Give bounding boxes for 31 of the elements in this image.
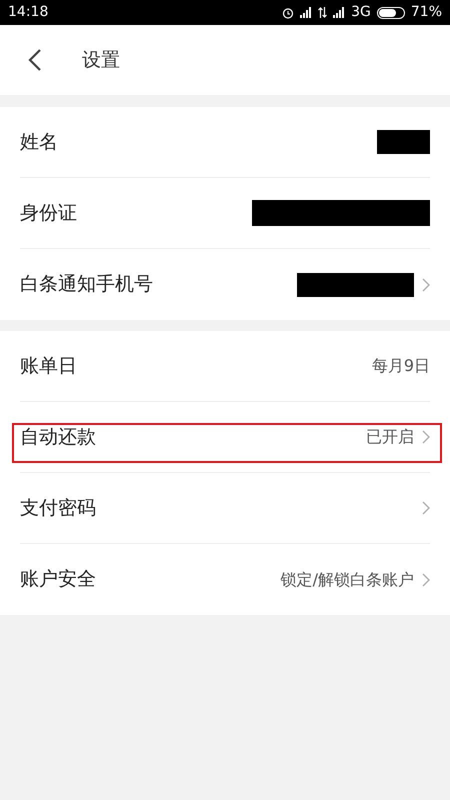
row-value: 锁定/解锁白条账户 <box>280 568 414 590</box>
back-icon[interactable] <box>28 48 42 72</box>
chevron-right-icon <box>422 278 430 292</box>
battery-icon <box>376 6 405 18</box>
signal-icon <box>333 7 346 18</box>
battery-percent: 71% <box>410 3 442 22</box>
chevron-right-icon <box>422 501 430 515</box>
alarm-icon <box>282 6 294 18</box>
settings-row[interactable]: 白条通知手机号 <box>20 249 430 320</box>
settings-row[interactable]: 身份证 <box>20 178 430 249</box>
row-label: 姓名 <box>20 130 59 155</box>
chevron-right-icon <box>422 572 430 586</box>
settings-row[interactable]: 账户安全 锁定/解锁白条账户 <box>20 544 430 615</box>
row-label: 账户安全 <box>20 567 97 592</box>
row-label: 白条通知手机号 <box>20 272 154 298</box>
settings-row[interactable]: 姓名 <box>20 107 430 178</box>
row-label: 自动还款 <box>20 424 97 450</box>
settings-row[interactable]: 自动还款 已开启 <box>20 402 430 473</box>
row-label: 身份证 <box>20 200 78 226</box>
settings-row[interactable]: 支付密码 <box>20 473 430 544</box>
settings-row[interactable]: 账单日 每月9日 <box>20 331 430 402</box>
data-arrows-icon <box>318 7 328 18</box>
status-time: 14:18 <box>8 3 50 22</box>
chevron-right-icon <box>422 430 430 444</box>
row-value: 每月9日 <box>372 355 430 377</box>
row-label: 支付密码 <box>20 496 97 521</box>
row-value: 已开启 <box>366 426 414 448</box>
page-title: 设置 <box>82 48 120 73</box>
signal-icon <box>300 7 312 18</box>
network-type: 3G <box>351 3 371 22</box>
row-label: 账单日 <box>20 354 78 379</box>
